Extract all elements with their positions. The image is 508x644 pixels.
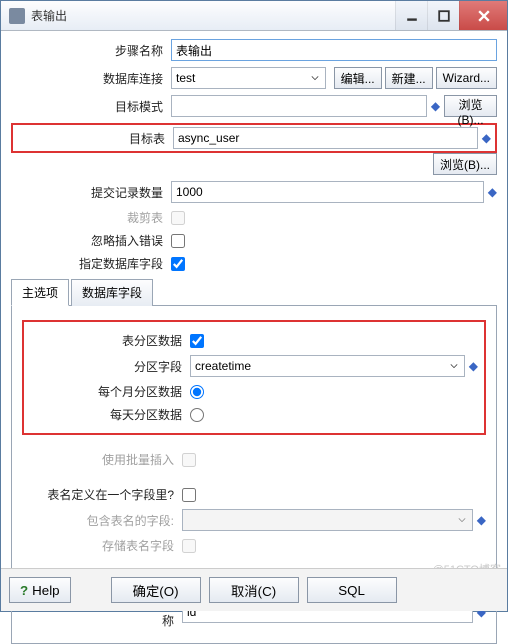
tablename-in-field-checkbox[interactable] [182,488,196,502]
tab-main[interactable]: 主选项 [11,279,69,306]
target-schema-input[interactable] [171,95,427,117]
diamond-icon[interactable]: ◆ [469,360,478,372]
label-partition-day: 每天分区数据 [30,406,190,423]
close-button[interactable] [459,1,507,30]
step-name-input[interactable] [171,39,497,61]
label-use-batch: 使用批量插入 [22,451,182,468]
commit-size-input[interactable] [171,181,484,203]
chevron-down-icon[interactable] [447,358,461,374]
tab-db-fields[interactable]: 数据库字段 [71,279,153,306]
label-step-name: 步骤名称 [11,42,171,59]
wizard-button[interactable]: Wizard... [436,67,497,89]
partition-day-radio[interactable] [190,408,204,422]
label-store-tablename: 存储表名字段 [22,537,182,554]
minimize-button[interactable] [395,1,427,30]
help-icon: ? [20,583,28,598]
partition-field-combo[interactable] [190,355,465,377]
label-partition-month: 每个月分区数据 [30,383,190,400]
label-target-schema: 目标模式 [11,98,171,115]
diamond-icon[interactable]: ◆ [477,514,486,526]
target-table-input[interactable] [173,127,478,149]
chevron-down-icon[interactable] [308,70,322,86]
tabs: 主选项 数据库字段 [11,278,497,306]
dialog-window: 表输出 步骤名称 数据库连接 编辑... 新建... Wizard... 目标模… [0,0,508,612]
partition-month-radio[interactable] [190,385,204,399]
maximize-button[interactable] [427,1,459,30]
label-partition-field: 分区字段 [30,358,190,375]
truncate-checkbox[interactable] [171,211,185,225]
browse-table-button[interactable]: 浏览(B)... [433,153,497,175]
partition-highlight: 表分区数据 分区字段 ◆ 每个月分区数据 每天分区数据 [22,320,486,435]
chevron-down-icon[interactable] [455,512,469,528]
diamond-icon[interactable]: ◆ [482,132,491,144]
diamond-icon[interactable]: ◆ [431,100,440,112]
label-field-with-tablename: 包含表名的字段: [22,512,182,529]
help-button[interactable]: ?Help [9,577,71,603]
new-button[interactable]: 新建... [385,67,433,89]
footer: ?Help 确定(O) 取消(C) SQL [1,568,507,611]
ignore-insert-err-checkbox[interactable] [171,234,185,248]
db-conn-combo[interactable] [171,67,326,89]
specify-fields-checkbox[interactable] [171,257,185,271]
sql-button[interactable]: SQL [307,577,397,603]
browse-schema-button[interactable]: 浏览(B)... [444,95,497,117]
store-tablename-checkbox[interactable] [182,539,196,553]
label-tablename-in-field: 表名定义在一个字段里? [22,486,182,503]
use-batch-checkbox[interactable] [182,453,196,467]
edit-button[interactable]: 编辑... [334,67,382,89]
label-specify-fields: 指定数据库字段 [11,255,171,272]
label-db-conn: 数据库连接 [11,70,171,87]
field-with-tablename-combo[interactable] [182,509,473,531]
label-commit-size: 提交记录数量 [11,184,171,201]
label-partition-data: 表分区数据 [30,332,190,349]
diamond-icon[interactable]: ◆ [488,186,497,198]
label-truncate: 裁剪表 [11,209,171,226]
partition-data-checkbox[interactable] [190,334,204,348]
window-title: 表输出 [31,7,395,24]
titlebar[interactable]: 表输出 [1,1,507,31]
cancel-button[interactable]: 取消(C) [209,577,299,603]
label-ignore-insert-err: 忽略插入错误 [11,232,171,249]
ok-button[interactable]: 确定(O) [111,577,201,603]
app-icon [9,8,25,24]
label-target-table: 目标表 [13,130,173,147]
